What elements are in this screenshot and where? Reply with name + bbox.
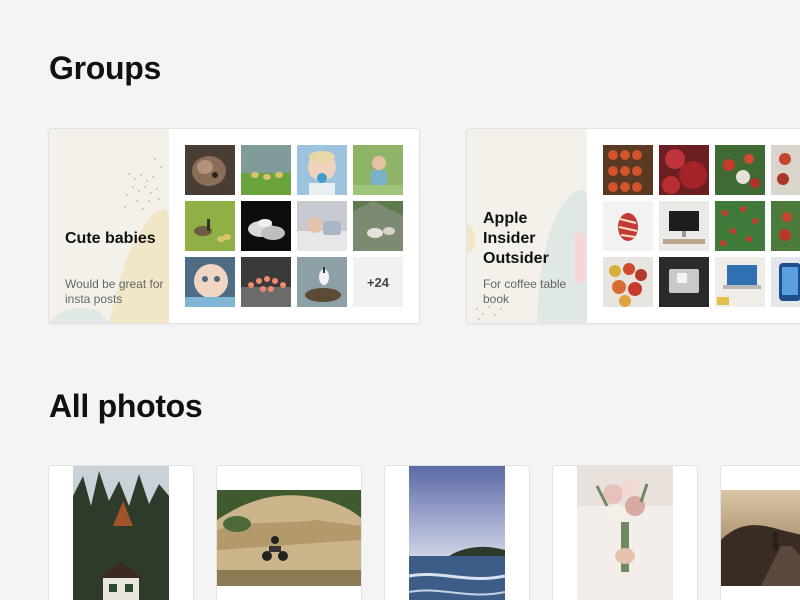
apple-branch-photo[interactable] [771, 201, 800, 251]
geese-photo[interactable] [185, 201, 235, 251]
group-name: Apple Insider Outsider [483, 210, 549, 267]
pomegranates-photo[interactable] [659, 145, 709, 195]
apple-pile-photo[interactable] [603, 257, 653, 307]
sea-shore-photo [409, 466, 505, 600]
imac-desk-photo[interactable] [659, 201, 709, 251]
thumbnail-grid: +24 [185, 145, 403, 307]
bridal-bouquet-photo [577, 466, 673, 600]
groups-heading: Groups [49, 50, 161, 86]
kitten-photo[interactable] [185, 145, 235, 195]
group-cover: Apple Insider Outsider For coffee table … [467, 129, 587, 323]
ducklings-photo[interactable] [241, 145, 291, 195]
goats-rocks-photo[interactable] [353, 201, 403, 251]
group-name: Cute babies [65, 230, 156, 247]
photo-card[interactable] [552, 465, 698, 600]
page: Groups Cute babies Would be great for in… [0, 0, 800, 600]
baby-pacifier-photo[interactable] [297, 145, 347, 195]
motorcycle-dirt-photo [217, 490, 361, 586]
photo-card[interactable] [216, 465, 362, 600]
macbook-desk-photo[interactable] [715, 257, 765, 307]
group-card-cute-babies[interactable]: Cute babies Would be great for insta pos… [48, 128, 420, 324]
group-description: For coffee table book [483, 277, 567, 306]
baby-feet-photo[interactable] [241, 201, 291, 251]
apple-tree-photo[interactable] [715, 145, 765, 195]
all-photos-heading: All photos [49, 388, 203, 424]
toy-figures-photo[interactable] [241, 257, 291, 307]
magic-trackpad-photo[interactable] [659, 257, 709, 307]
apples-partial-photo[interactable] [771, 145, 800, 195]
group-card-apple-insider-outsider[interactable]: Apple Insider Outsider For coffee table … [466, 128, 800, 324]
apple-orchard-photo[interactable] [715, 201, 765, 251]
group-cover: Cute babies Would be great for insta pos… [49, 129, 169, 323]
apple-crates-photo[interactable] [603, 145, 653, 195]
photo-card[interactable] [48, 465, 194, 600]
thumbnail-grid [603, 145, 800, 307]
iphone-photo[interactable] [771, 257, 800, 307]
baby-bed-photo[interactable] [297, 201, 347, 251]
toddler-outdoors-photo[interactable] [353, 145, 403, 195]
photo-card[interactable] [720, 465, 800, 600]
photo-card[interactable] [384, 465, 530, 600]
group-description: Would be great for insta posts [65, 277, 164, 306]
stork-nest-photo[interactable] [297, 257, 347, 307]
peeled-apple-photo[interactable] [603, 201, 653, 251]
forest-cabin-photo [73, 466, 169, 600]
baby-face-photo[interactable] [185, 257, 235, 307]
more-photos-count[interactable]: +24 [353, 257, 403, 307]
sunset-road-photo [721, 490, 800, 586]
